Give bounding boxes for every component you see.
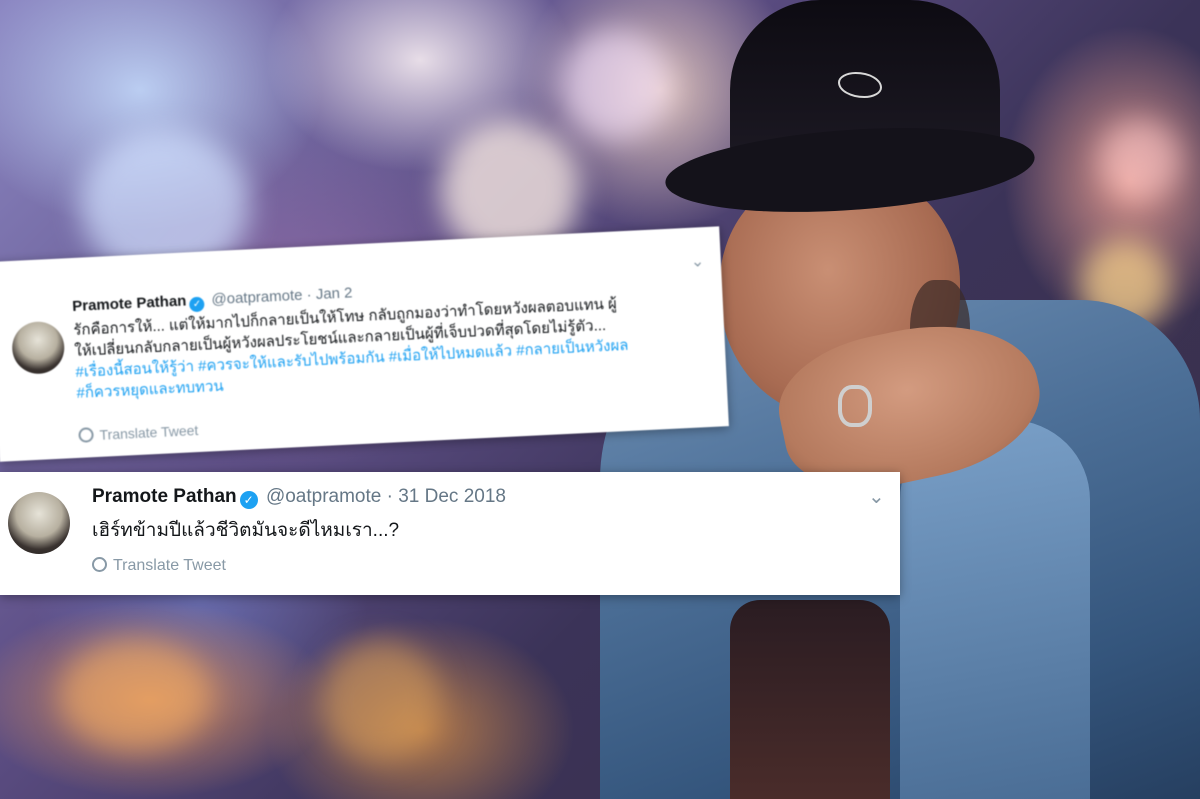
translate-tweet-link[interactable]: Translate Tweet: [78, 422, 199, 444]
tweet-author-name[interactable]: Pramote Pathan: [92, 486, 237, 507]
avatar[interactable]: [8, 492, 70, 554]
translate-tweet-link[interactable]: Translate Tweet: [92, 557, 226, 575]
tweet-handle[interactable]: @oatpramote: [211, 287, 303, 308]
avatar[interactable]: [11, 320, 66, 375]
chevron-down-icon[interactable]: ⌄: [868, 484, 885, 509]
tweet-text: เฮิร์ทข้ามปีแล้วชีวิตมันจะดีไหมเรา...?: [92, 520, 400, 541]
ring: [838, 385, 872, 427]
verified-badge-icon: ✓: [239, 491, 258, 509]
tweet-handle[interactable]: @oatpramote: [266, 486, 381, 507]
tweet-author-name[interactable]: Pramote Pathan: [72, 292, 187, 315]
tweet-date[interactable]: · 31 Dec 2018: [387, 486, 506, 507]
tweet-date[interactable]: · Jan 2: [306, 284, 353, 303]
chevron-down-icon[interactable]: ⌄: [690, 251, 704, 272]
globe-icon: [92, 557, 107, 572]
verified-badge-icon: ✓: [189, 296, 205, 313]
globe-icon: [78, 427, 94, 443]
tweet-card-1[interactable]: Pramote Pathan ✓ @oatpramote · Jan 2 ⌄ รั…: [0, 226, 729, 462]
tweet-card-2[interactable]: Pramote Pathan ✓ @oatpramote · 31 Dec 201…: [0, 472, 900, 595]
